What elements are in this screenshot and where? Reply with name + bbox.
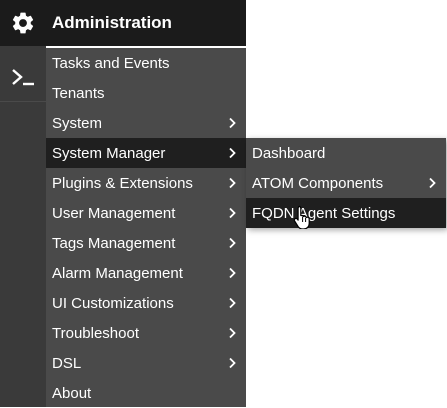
menu-item-label: Plugins & Extensions <box>52 174 193 192</box>
menu-item-label: Troubleshoot <box>52 324 139 342</box>
terminal-icon[interactable] <box>0 54 46 100</box>
gear-icon[interactable] <box>0 0 46 46</box>
menu-item-troubleshoot[interactable]: Troubleshoot <box>46 318 246 348</box>
chevron-right-icon <box>229 117 236 129</box>
menu-item-tasks-and-events[interactable]: Tasks and Events <box>46 48 246 78</box>
hand-pointer-icon <box>293 205 310 229</box>
menu-item-plugins-extensions[interactable]: Plugins & Extensions <box>46 168 246 198</box>
menu-item-tags-management[interactable]: Tags Management <box>46 228 246 258</box>
menu-item-label: Tenants <box>52 84 105 102</box>
chevron-right-icon <box>229 207 236 219</box>
rail-divider <box>0 101 46 102</box>
system-manager-submenu: Dashboard ATOM Components FQDN Agent Set… <box>246 138 446 228</box>
chevron-right-icon <box>229 357 236 369</box>
page-title: Administration <box>52 13 172 32</box>
chevron-right-icon <box>229 147 236 159</box>
submenu-item-fqdn-agent-settings[interactable]: FQDN Agent Settings <box>246 198 446 228</box>
chevron-right-icon <box>229 237 236 249</box>
menu-item-label: User Management <box>52 204 176 222</box>
menu-header: Administration <box>46 0 246 46</box>
admin-menu: Tasks and Events Tenants System System M… <box>46 48 246 407</box>
menu-item-system-manager[interactable]: System Manager <box>46 138 246 168</box>
menu-item-label: About <box>52 384 92 402</box>
chevron-right-icon <box>229 327 236 339</box>
menu-item-label: UI Customizations <box>52 294 174 312</box>
chevron-right-icon <box>229 177 236 189</box>
submenu-item-label: Dashboard <box>252 144 326 162</box>
menu-item-dsl[interactable]: DSL <box>46 348 246 378</box>
menu-item-about[interactable]: About <box>46 378 246 408</box>
chevron-right-icon <box>229 267 236 279</box>
chevron-right-icon <box>429 177 436 189</box>
submenu-item-label: FQDN Agent Settings <box>252 204 396 222</box>
menu-item-tenants[interactable]: Tenants <box>46 78 246 108</box>
menu-item-system[interactable]: System <box>46 108 246 138</box>
menu-item-label: Alarm Management <box>52 264 183 282</box>
menu-item-label: Tasks and Events <box>52 54 170 72</box>
submenu-item-atom-components[interactable]: ATOM Components <box>246 168 446 198</box>
menu-item-label: System <box>52 114 103 132</box>
chevron-right-icon <box>229 297 236 309</box>
submenu-item-dashboard[interactable]: Dashboard <box>246 138 446 168</box>
submenu-item-label: ATOM Components <box>252 174 384 192</box>
menu-item-alarm-management[interactable]: Alarm Management <box>46 258 246 288</box>
menu-item-label: DSL <box>52 354 82 372</box>
menu-item-label: System Manager <box>52 144 166 162</box>
menu-item-user-management[interactable]: User Management <box>46 198 246 228</box>
menu-item-ui-customizations[interactable]: UI Customizations <box>46 288 246 318</box>
left-rail <box>0 0 46 407</box>
menu-item-label: Tags Management <box>52 234 176 252</box>
